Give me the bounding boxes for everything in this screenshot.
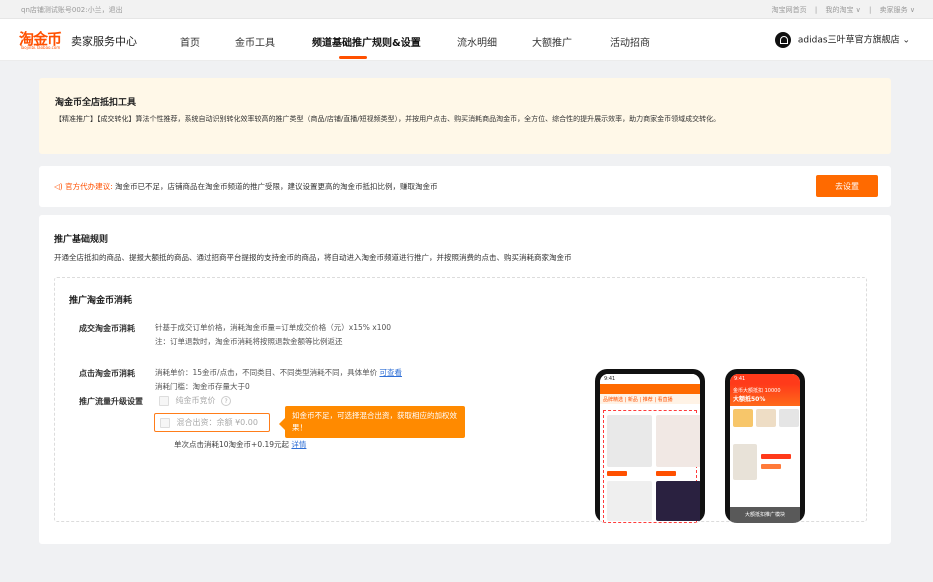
phone-preview-large-deduction: 9:41 金币大额抵扣 10000 大额抵50% 大额抵扣推广模块 — [725, 369, 805, 523]
status-bar: 9:41 — [600, 374, 700, 384]
click-cost-note: 单次点击消耗10淘金币+0.19元起 详情 — [174, 438, 306, 452]
click-consumption-label: 点击淘金币消耗 — [79, 369, 135, 378]
status-bar: 9:41 — [730, 374, 800, 384]
click-threshold-text: 消耗门槛：淘金币存量大于0 — [155, 382, 250, 391]
speaker-icon: ◁) — [54, 182, 63, 191]
pure-coin-bid-option[interactable]: 纯金币竞价 ? — [159, 395, 232, 406]
nav-coin-tools[interactable]: 金币工具 — [235, 34, 275, 49]
pure-coin-label: 纯金币竞价 — [175, 396, 216, 405]
nav-large-promotion[interactable]: 大额推广 — [532, 34, 572, 49]
go-settings-button[interactable]: 去设置 — [816, 175, 878, 197]
product-image — [656, 481, 700, 521]
phone-content — [730, 406, 800, 523]
click-cost-text: 单次点击消耗10淘金币+0.19元起 — [174, 440, 290, 449]
product-image — [656, 415, 700, 467]
notice-description: 【精准推广】【成交转化】算法个性推荐，系统自动识别转化效率较高的推广类型（商品/… — [55, 115, 721, 123]
official-advice-bar: ◁) 官方代办建议: 淘金币已不足，店铺商品在淘金币频道的推广受限，建议设置更高… — [39, 166, 891, 207]
mixed-funding-label: 混合出资：余额 ¥0.00 — [176, 418, 258, 427]
price-badge — [761, 464, 781, 469]
mixed-funding-checkbox[interactable] — [160, 417, 170, 428]
phone-preview-channel: 9:41 品牌精选 | 新品 | 推荐 | 看直播 — [595, 369, 705, 523]
tool-intro-notice: 淘金币全店抵扣工具 【精准推广】【成交转化】算法个性推荐，系统自动识别转化效率较… — [39, 78, 891, 154]
seller-service-menu[interactable]: 卖家服务 ∨ — [880, 6, 915, 14]
phone-tabs: 品牌精选 | 新品 | 推荐 | 看直播 — [600, 394, 700, 404]
product-image — [607, 415, 652, 467]
my-taobao-menu[interactable]: 我的淘宝 ∨ — [825, 6, 860, 14]
phone-header: 金币大额抵扣 10000 大额抵50% — [730, 384, 800, 406]
shop-name: adidas三叶草官方旗舰店 — [797, 35, 900, 46]
product-image — [756, 409, 776, 427]
nav-flow-detail[interactable]: 流水明细 — [457, 34, 497, 49]
mixed-funding-option[interactable]: 混合出资：余额 ¥0.00 — [154, 413, 270, 432]
account-info[interactable]: qn店铺测试账号002:小兰，退出 — [21, 5, 123, 15]
nav-home[interactable]: 首页 — [180, 34, 200, 49]
product-image — [779, 409, 799, 427]
active-nav-indicator — [339, 56, 367, 59]
price-badge — [607, 471, 627, 476]
product-image — [733, 409, 753, 427]
deal-consumption-label: 成交淘金币消耗 — [79, 324, 135, 333]
nav-campaigns[interactable]: 活动招商 — [610, 34, 650, 49]
large-deduction-footer: 大额抵扣推广模块 — [730, 507, 800, 523]
phone-screen: 9:41 金币大额抵扣 10000 大额抵50% 大额抵扣推广模块 — [730, 374, 800, 523]
shop-avatar — [775, 32, 792, 48]
consumption-title: 推广淘金币消耗 — [69, 296, 133, 306]
details-link[interactable]: 详情 — [291, 440, 306, 449]
advice-text-line: ◁) 官方代办建议: 淘金币已不足，店铺商品在淘金币频道的推广受限，建议设置更高… — [54, 181, 438, 192]
pure-coin-checkbox[interactable] — [159, 395, 169, 406]
page-title: 卖家服务中心 — [71, 35, 137, 48]
phone-header — [600, 384, 700, 394]
top-links: 淘宝网首页 | 我的淘宝 ∨ | 卖家服务 ∨ — [766, 5, 915, 15]
chevron-down-icon: ⌄ — [902, 35, 910, 46]
notice-title: 淘金币全店抵扣工具 — [55, 98, 137, 108]
click-rule-line: 消耗单价：15金币/点击，不同类目、不同类型消耗不同，具体单价 可查看 — [155, 366, 402, 380]
deduction-header-text: 金币大额抵扣 10000 — [733, 388, 781, 394]
product-image — [733, 444, 757, 480]
top-utility-bar: qn店铺测试账号002:小兰，退出 淘宝网首页 | 我的淘宝 ∨ | 卖家服务 … — [0, 0, 933, 19]
nav-channel-rules[interactable]: 频道基础推广规则&设置 — [312, 34, 421, 49]
deal-consumption-rule: 针基于成交订单价格，消耗淘金币量=订单成交价格（元）x15% x100 注：订单… — [155, 321, 391, 349]
mixed-funding-tooltip: 如金币不足，可选择混合出资，获取相应的加权效果！ — [279, 406, 465, 438]
help-icon[interactable]: ? — [221, 396, 232, 406]
phone-screen: 9:41 品牌精选 | 新品 | 推荐 | 看直播 — [600, 374, 700, 523]
taobao-home-link[interactable]: 淘宝网首页 — [772, 6, 807, 14]
shop-switcher[interactable]: adidas三叶草官方旗舰店 ⌄ — [775, 32, 910, 48]
deal-rule-line: 针基于成交订单价格，消耗淘金币量=订单成交价格（元）x15% x100 — [155, 323, 392, 332]
deal-refund-note: 注：订单退款时，淘金币消耗将按照退款金额等比例返还 — [155, 337, 343, 346]
click-consumption-rule: 消耗单价：15金币/点击，不同类目、不同类型消耗不同，具体单价 可查看 消耗门槛… — [155, 366, 402, 394]
view-price-link[interactable]: 可查看 — [379, 368, 402, 377]
deduction-tag: 大额抵50% — [733, 396, 766, 403]
advice-text: 淘金币已不足，店铺商品在淘金币频道的推广受限，建议设置更高的淘金币抵扣比例，赚取… — [115, 182, 438, 191]
product-image — [607, 481, 652, 521]
brand-domain: Taojinbi.Taobao.com — [20, 45, 61, 50]
upgrade-settings-label: 推广流量升级设置 — [79, 397, 143, 406]
rules-title: 推广基础规则 — [54, 235, 109, 245]
highlighted-product-grid — [603, 410, 700, 523]
price-badge — [656, 471, 676, 476]
separator: | — [814, 6, 818, 14]
price-badge — [761, 454, 791, 459]
advice-label: 官方代办建议: — [65, 182, 113, 191]
click-unit-price-text: 消耗单价：15金币/点击，不同类目、不同类型消耗不同，具体单价 — [155, 368, 378, 377]
separator: | — [869, 6, 872, 14]
rules-description: 开通全店抵扣的商品、提报大额抵的商品、通过招商平台提报的支持金币的商品，将自动进… — [54, 253, 572, 262]
taojinbi-logo[interactable]: 淘金币 Taojinbi.Taobao.com — [19, 28, 62, 50]
main-header: 淘金币 Taojinbi.Taobao.com 卖家服务中心 首页 金币工具 频… — [0, 19, 933, 61]
